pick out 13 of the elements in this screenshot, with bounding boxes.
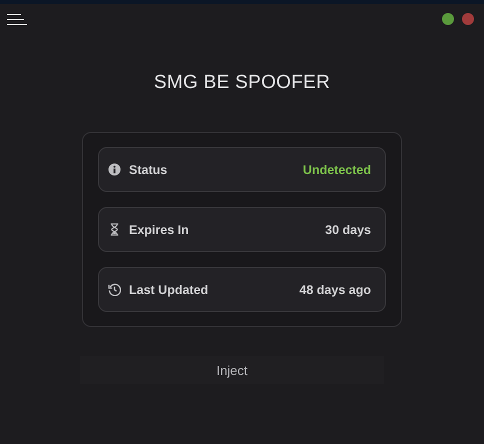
row-label: Last Updated — [129, 282, 210, 296]
row-value: Undetected — [302, 162, 371, 176]
row-value: 30 days — [325, 222, 371, 236]
info-icon — [108, 163, 121, 176]
history-icon — [108, 283, 121, 296]
window-control[interactable] — [442, 13, 454, 25]
window-control[interactable] — [462, 13, 474, 25]
app-title: SMG BE SPOOFER — [152, 72, 332, 94]
row-label: Status — [129, 162, 168, 176]
row-value: 48 days ago — [299, 282, 371, 296]
row-label: Expires In — [129, 222, 190, 236]
hourglass-icon — [108, 223, 121, 236]
menu-icon[interactable] — [7, 14, 27, 24]
